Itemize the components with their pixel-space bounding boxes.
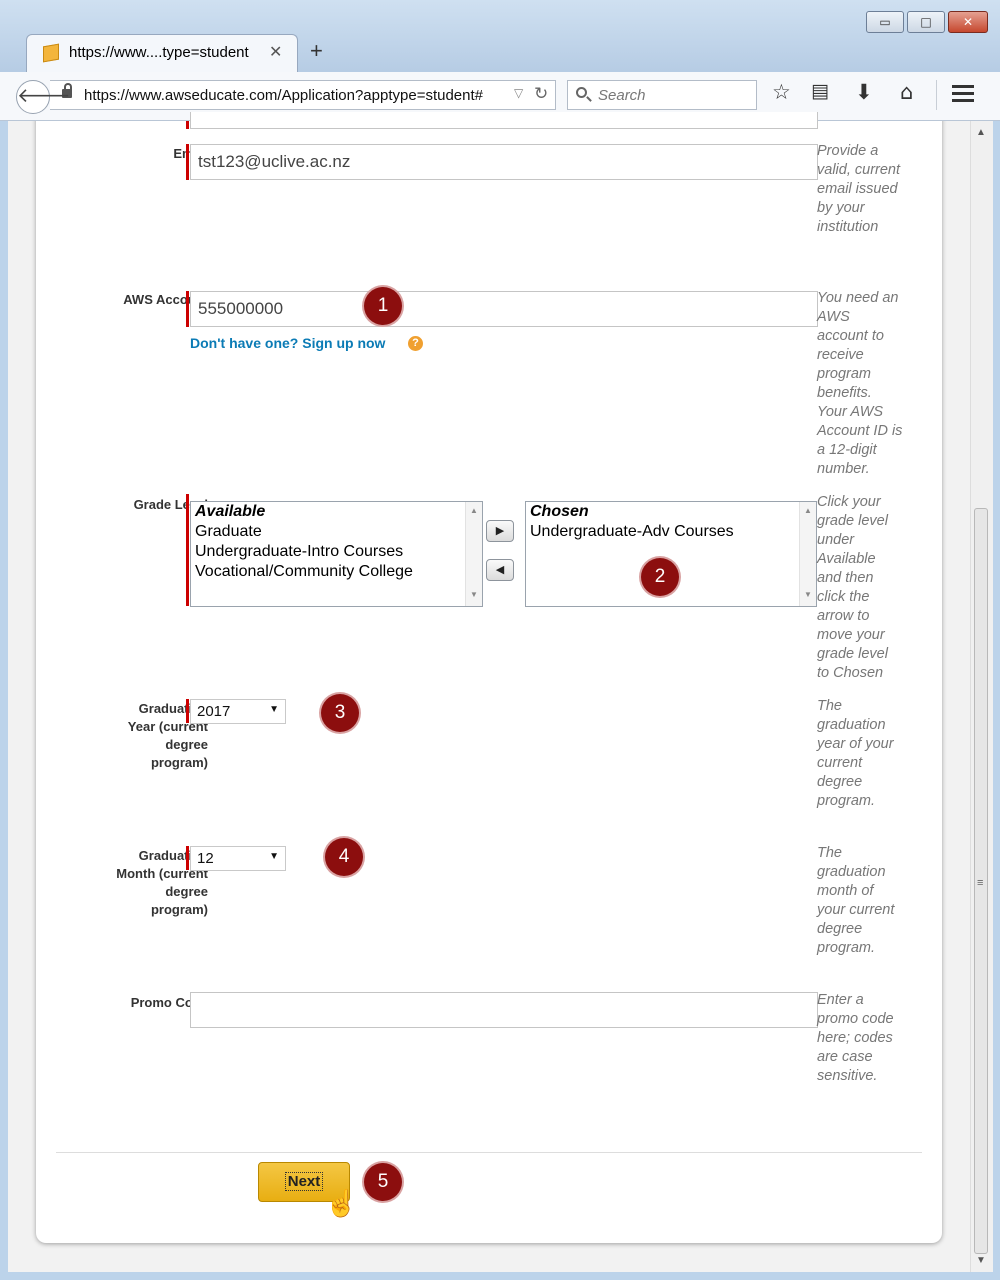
new-tab-icon[interactable]: + [310,38,323,64]
scrollbar-thumb[interactable]: ≡ [974,508,988,1254]
move-to-chosen-button[interactable]: ▶ [486,520,514,542]
aws-account-help-text: You need an AWS account to receive progr… [817,290,903,477]
callout-badge-4: 4 [325,838,363,876]
move-to-available-button[interactable]: ◀ [486,559,514,581]
dropdown-arrow-icon: ▼ [269,704,279,715]
browser-tab[interactable]: https://www....type=student ✕ [26,34,298,72]
required-marker [186,144,189,180]
graduation-year-select[interactable]: 2017 ▼ [190,699,286,724]
required-marker [186,291,189,327]
dropdown-arrow-icon: ▼ [269,851,279,862]
maximize-button[interactable]: □ [907,11,945,33]
graduation-year-help-text: The graduation year of your current degr… [817,698,894,809]
form-divider [56,1152,922,1153]
url-history-dropdown-icon[interactable]: ▽ [514,86,523,100]
list-scrollbar[interactable]: ▲ ▼ [799,502,816,606]
required-marker [186,494,189,606]
reload-icon[interactable]: ↻ [534,84,548,104]
grade-level-help-text: Click your grade level under Available a… [817,494,888,681]
email-help-text: Provide a valid, current email issued by… [817,143,901,235]
list-option[interactable]: Vocational/Community College [191,562,482,582]
graduation-month-help-text: The graduation month of your current deg… [817,845,895,956]
back-button[interactable]: 🡐 [16,80,71,114]
menu-icon[interactable] [952,85,974,103]
email-field[interactable]: tst123@uclive.ac.nz [190,144,818,180]
close-window-button[interactable]: ✕ [948,11,988,33]
arrow-left-icon: ◀ [495,564,505,576]
promo-code-field[interactable] [190,992,818,1028]
scroll-down-icon[interactable]: ▼ [976,1255,986,1266]
scroll-up-icon[interactable]: ▲ [976,127,986,138]
reading-list-icon[interactable]: ▤ [811,80,829,102]
search-icon [576,87,587,98]
promo-code-help-text: Enter a promo code here; codes are case … [817,992,894,1084]
home-icon[interactable]: ⌂ [900,80,913,104]
available-header: Available [195,503,266,520]
arrow-right-icon: ▶ [495,525,505,537]
list-option[interactable]: Undergraduate-Adv Courses [526,522,816,542]
minimize-button[interactable]: ▭ [866,11,904,33]
previous-field-input[interactable] [190,112,818,129]
title-bar: ▭ □ ✕ https://www....type=student ✕ + [0,0,1000,72]
graduation-year-value: 2017 [197,703,231,720]
list-option[interactable]: Undergraduate-Intro Courses [191,542,482,562]
back-arrow-icon: 🡐 [17,85,71,107]
sign-up-link[interactable]: Don't have one? Sign up now [190,335,385,351]
aws-account-id-field[interactable]: 555000000 [190,291,818,327]
tab-close-icon[interactable]: ✕ [269,42,282,62]
required-marker [186,846,189,870]
callout-badge-5: 5 [364,1163,402,1201]
grip-icon: ≡ [977,877,984,889]
email-value: tst123@uclive.ac.nz [198,152,351,171]
aws-favicon-icon [43,43,59,63]
hand-cursor-icon: ☝ [325,1188,358,1218]
page-scrollbar[interactable]: ▲ ≡ ▼ [970,121,993,1272]
callout-badge-3: 3 [321,694,359,732]
list-option[interactable]: Graduate [191,522,482,542]
graduation-month-value: 12 [197,850,214,867]
required-marker [186,121,189,129]
search-input[interactable]: Search [567,80,757,110]
url-bar[interactable]: https://www.awseducate.com/Application?a… [50,80,556,110]
next-button-label: Next [284,1172,324,1191]
graduation-month-select[interactable]: 12 ▼ [190,846,286,871]
aws-account-id-value: 555000000 [198,299,284,318]
bookmark-star-icon[interactable]: ☆ [772,80,791,104]
available-grade-list[interactable]: Available Graduate Undergraduate-Intro C… [190,501,483,607]
url-text[interactable]: https://www.awseducate.com/Application?a… [84,87,483,104]
toolbar-separator [936,80,937,110]
callout-badge-2: 2 [641,558,679,596]
download-icon[interactable]: ⬇ [855,80,873,104]
chosen-header: Chosen [530,503,589,520]
callout-badge-1: 1 [364,287,402,325]
required-marker [186,699,189,723]
list-scrollbar[interactable]: ▲ ▼ [465,502,482,606]
application-form-card [36,121,942,1243]
search-placeholder: Search [598,87,646,104]
tab-title: https://www....type=student [69,44,249,61]
help-question-icon[interactable]: ? [408,336,423,351]
